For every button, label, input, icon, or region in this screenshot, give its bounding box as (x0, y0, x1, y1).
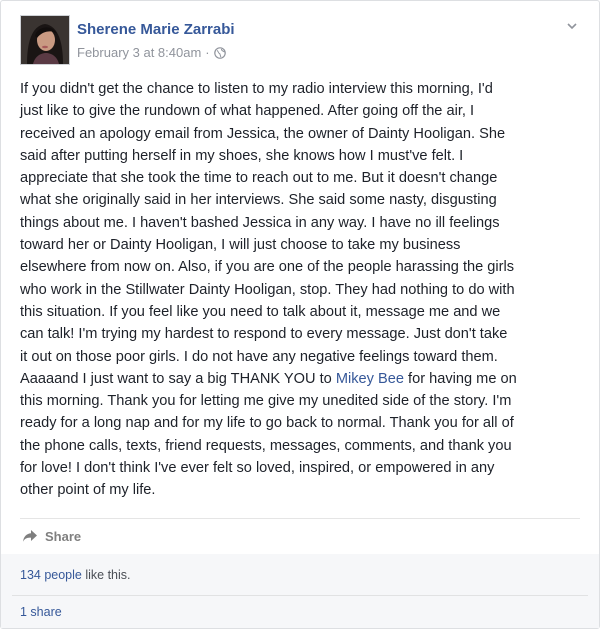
post-card: Sherene Marie Zarrabi February 3 at 8:40… (0, 0, 600, 629)
post-header: Sherene Marie Zarrabi February 3 at 8:40… (20, 15, 580, 65)
footer-divider (12, 595, 588, 596)
shares-count-link[interactable]: 1 share (20, 605, 62, 619)
post-text-line: just like to give the rundown of what ha… (20, 103, 475, 120)
likes-count-link[interactable]: 134 people (20, 568, 82, 582)
likes-summary: 134 people like this. (20, 568, 131, 582)
post-text-line: things about me. I haven't bashed Jessic… (20, 214, 500, 231)
post-text-line: the phone calls, texts, friend requests,… (20, 437, 512, 454)
post-text-line: said after putting herself in my shoes, … (20, 147, 464, 164)
globe-icon[interactable] (213, 46, 226, 59)
avatar-photo-icon (21, 16, 69, 64)
post-text-line: toward her or Dainty Hooligan, I will ju… (20, 237, 461, 254)
post-text-line: other point of my life. (20, 482, 156, 499)
post-text-line: for love! I don't think I've ever felt s… (20, 460, 495, 477)
post-meta: February 3 at 8:40am · (77, 45, 226, 60)
post-text-line: can talk! I'm trying my hardest to respo… (20, 326, 508, 343)
share-button[interactable]: Share (22, 526, 81, 546)
post-text-line: it out on those poor girls. I do not hav… (20, 348, 498, 365)
post-text-line: elsewhere from now on. Also, if you are … (20, 259, 515, 276)
author-name[interactable]: Sherene Marie Zarrabi (77, 21, 235, 38)
post-timestamp[interactable]: February 3 at 8:40am (77, 45, 201, 60)
post-text-line: this morning. Thank you for letting me g… (20, 393, 512, 410)
post-text-line: ready for a long nap and for my life to … (20, 415, 514, 432)
author-avatar[interactable] (20, 15, 70, 65)
engagement-footer: 134 people like this. 1 share (1, 554, 599, 628)
post-text-line: what she originally said in her intervie… (20, 192, 497, 209)
post-text-line-mention: Aaaaand I just want to say a big THANK Y… (20, 368, 588, 390)
post-text-line: appreciate that she took the time to rea… (20, 170, 498, 187)
post-text-line: this situation. If you feel like you nee… (20, 303, 501, 320)
likes-suffix: like this. (81, 568, 131, 582)
actions-divider (20, 518, 580, 519)
mention-link-mikey-bee[interactable]: Mikey Bee (336, 371, 404, 387)
mention-prefix: Aaaaand I just want to say a big THANK Y… (20, 370, 336, 387)
meta-separator: · (205, 45, 210, 60)
post-text-line: If you didn't get the chance to listen t… (20, 81, 493, 97)
post-text-line: received an apology email from Jessica, … (20, 125, 506, 142)
post-body: If you didn't get the chance to listen t… (20, 78, 588, 502)
share-arrow-icon (23, 530, 37, 542)
share-button-label: Share (45, 528, 82, 544)
chevron-down-icon[interactable] (565, 19, 579, 33)
post-text-line: who work in the Stillwater Dainty Hoolig… (20, 281, 515, 298)
mention-suffix: for having me on (403, 370, 517, 387)
